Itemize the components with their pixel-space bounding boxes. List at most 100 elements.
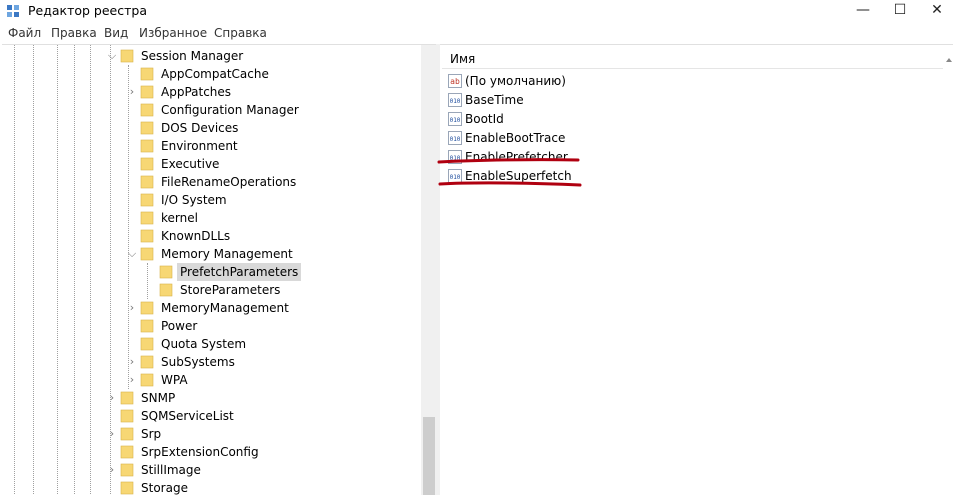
tree-node-label: Environment xyxy=(161,139,238,153)
tree-node-label: I/O System xyxy=(161,193,227,207)
tree-guide-line xyxy=(33,45,34,495)
tree-node-label: MemoryManagement xyxy=(161,301,289,315)
scroll-up-arrow-icon[interactable] xyxy=(944,55,953,65)
tree-node-label: Executive xyxy=(161,157,220,171)
tree-node-label: Power xyxy=(161,319,198,333)
folder-icon xyxy=(140,193,154,207)
folder-icon xyxy=(140,175,154,189)
menu-file[interactable]: Файл xyxy=(8,26,41,40)
tree-node-label: DOS Devices xyxy=(161,121,239,135)
value-name: EnableBootTrace xyxy=(465,131,566,145)
folder-icon xyxy=(140,85,154,99)
registry-tree[interactable]: ⌵ Session Manager AppCompatCache › AppPatche… xyxy=(2,44,436,495)
column-header-label: Имя xyxy=(450,52,476,66)
tree-node-label: FileRenameOperations xyxy=(161,175,297,189)
tree-node-label: Srp xyxy=(141,427,162,441)
minimize-button[interactable]: — xyxy=(845,0,881,22)
tree-node-label: AppCompatCache xyxy=(161,67,269,81)
folder-icon xyxy=(120,409,134,423)
folder-icon xyxy=(140,211,154,225)
value-name: (По умолчанию) xyxy=(465,74,566,88)
binary-value-icon: 010 xyxy=(448,112,462,126)
tree-connector xyxy=(106,479,118,495)
expand-chevron-icon[interactable]: › xyxy=(126,353,138,371)
tree-connector xyxy=(126,335,138,353)
tree-node-label: WPA xyxy=(161,373,188,387)
folder-icon xyxy=(140,247,154,261)
tree-scroll-thumb[interactable] xyxy=(423,417,435,495)
folder-icon xyxy=(120,463,134,477)
tree-node-label: kernel xyxy=(161,211,198,225)
tree-node-label: Memory Management xyxy=(161,247,293,261)
tree-connector xyxy=(126,191,138,209)
binary-value-icon: 010 xyxy=(448,93,462,107)
close-button[interactable]: ✕ xyxy=(919,0,953,22)
folder-icon xyxy=(140,319,154,333)
tree-guide-line xyxy=(90,45,91,495)
folder-icon xyxy=(140,139,154,153)
underline-enablesuperfetch xyxy=(438,181,582,187)
menu-edit[interactable]: Правка xyxy=(51,26,97,40)
folder-icon xyxy=(140,67,154,81)
values-list[interactable]: Имя ab (По умолчанию) 010 BaseTime 010 BootId… xyxy=(440,44,953,495)
tree-node-label: SubSystems xyxy=(161,355,235,369)
binary-value-icon: 010 xyxy=(448,131,462,145)
folder-icon xyxy=(140,157,154,171)
folder-icon xyxy=(140,373,154,387)
column-header-name[interactable]: Имя xyxy=(442,49,943,69)
collapse-chevron-icon[interactable]: ⌵ xyxy=(106,47,118,65)
expand-chevron-icon[interactable]: › xyxy=(106,389,118,407)
folder-icon xyxy=(120,481,134,495)
tree-connector xyxy=(126,101,138,119)
window-title: Редактор реестра xyxy=(28,3,147,18)
folder-icon xyxy=(140,301,154,315)
expand-chevron-icon[interactable]: › xyxy=(126,83,138,101)
folder-icon xyxy=(159,283,173,297)
expand-chevron-icon[interactable]: › xyxy=(106,425,118,443)
menu-favorites[interactable]: Избранное xyxy=(139,26,207,40)
value-name: BootId xyxy=(465,112,504,126)
collapse-chevron-icon[interactable]: ⌵ xyxy=(126,245,138,263)
folder-icon xyxy=(140,355,154,369)
expand-chevron-icon[interactable]: › xyxy=(126,371,138,389)
tree-node-label: PrefetchParameters xyxy=(177,263,302,281)
tree-node-label: StillImage xyxy=(141,463,201,477)
svg-text:010: 010 xyxy=(450,98,461,105)
tree-connector xyxy=(126,317,138,335)
folder-icon xyxy=(140,121,154,135)
tree-node-label: StoreParameters xyxy=(180,283,281,297)
title-bar: Редактор реестра — ☐ ✕ xyxy=(0,0,953,22)
tree-scrollbar[interactable] xyxy=(421,45,436,495)
registry-editor-icon xyxy=(7,5,19,17)
folder-icon xyxy=(159,265,173,279)
underline-enableprefetcher xyxy=(437,158,580,164)
tree-connector xyxy=(126,65,138,83)
tree-node-label: KnownDLLs xyxy=(161,229,231,243)
expand-chevron-icon[interactable]: › xyxy=(106,461,118,479)
menu-bar: Файл Правка Вид Избранное Справка xyxy=(0,23,953,43)
values-scrollbar[interactable] xyxy=(943,45,953,495)
menu-help[interactable]: Справка xyxy=(214,26,267,40)
expand-chevron-icon[interactable]: › xyxy=(126,299,138,317)
tree-connector xyxy=(126,137,138,155)
tree-node-label: Storage xyxy=(141,481,188,495)
maximize-button[interactable]: ☐ xyxy=(882,0,918,22)
value-name: BaseTime xyxy=(465,93,524,107)
folder-icon xyxy=(120,49,134,63)
tree-guide-line xyxy=(57,45,58,495)
folder-icon xyxy=(120,445,134,459)
tree-connector xyxy=(126,209,138,227)
tree-connector xyxy=(126,173,138,191)
svg-text:010: 010 xyxy=(450,136,461,143)
tree-node-label: SQMServiceList xyxy=(141,409,234,423)
tree-connector xyxy=(106,443,118,461)
folder-icon xyxy=(140,337,154,351)
folder-icon xyxy=(140,229,154,243)
folder-icon xyxy=(140,103,154,117)
tree-node-label: SNMP xyxy=(141,391,176,405)
svg-text:ab: ab xyxy=(450,77,460,86)
menu-view[interactable]: Вид xyxy=(104,26,128,40)
tree-connector xyxy=(145,281,157,299)
annotation-underlines xyxy=(437,158,582,187)
tree-guide-line xyxy=(14,45,15,495)
